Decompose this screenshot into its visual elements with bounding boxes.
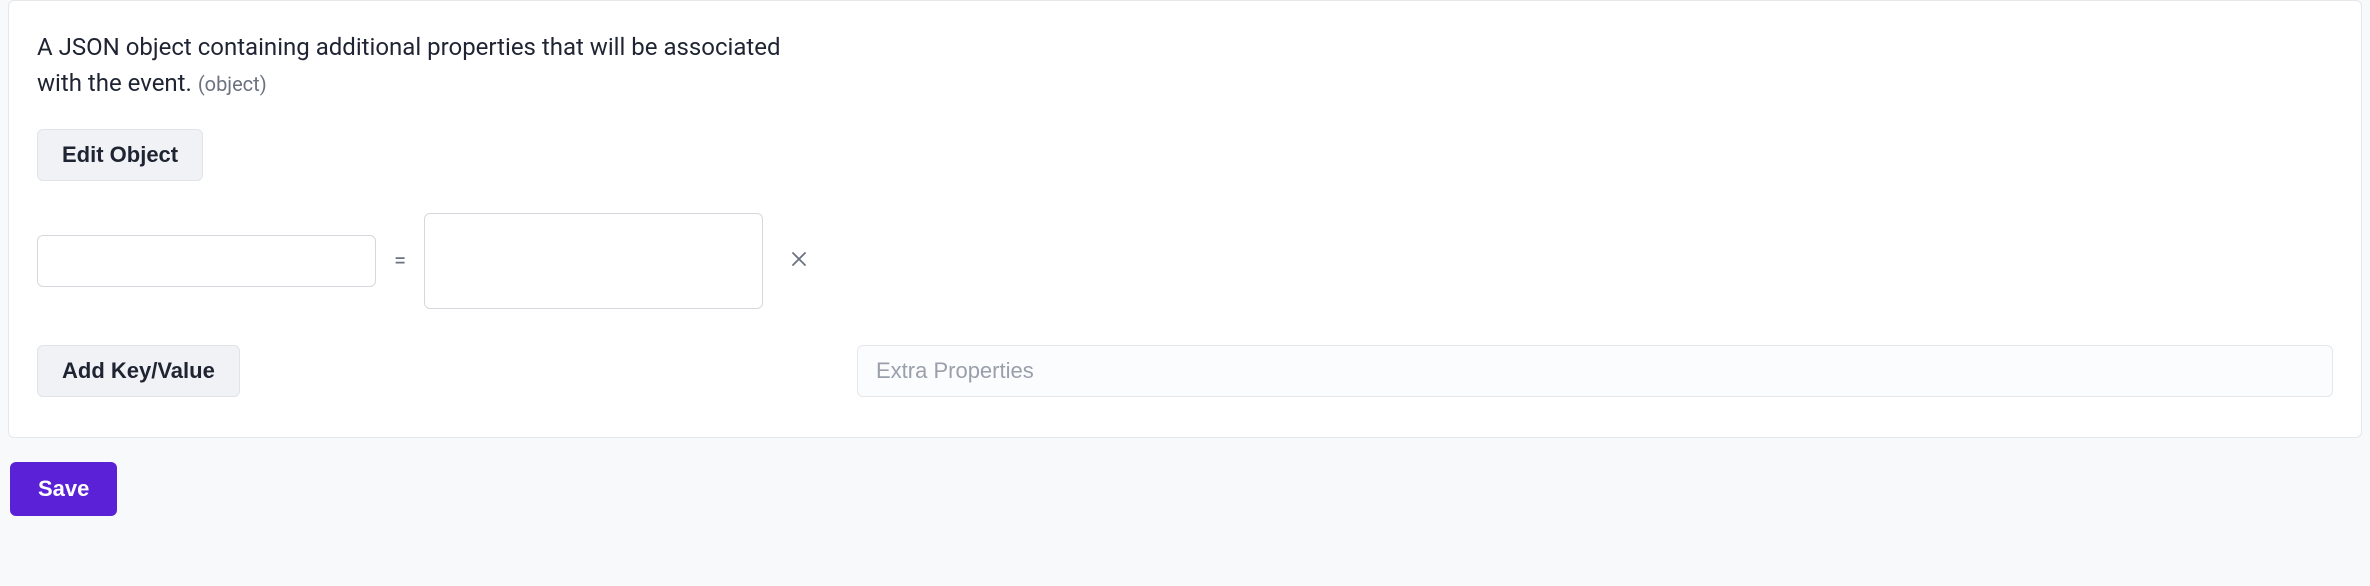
save-button[interactable]: Save bbox=[10, 462, 117, 516]
value-input[interactable] bbox=[424, 213, 763, 309]
equals-sign: = bbox=[394, 249, 406, 274]
description-text: A JSON object containing additional prop… bbox=[37, 33, 781, 97]
footer: Save bbox=[0, 446, 2370, 534]
left-column: A JSON object containing additional prop… bbox=[37, 29, 817, 397]
kv-row: = bbox=[37, 213, 817, 309]
right-column bbox=[857, 29, 2333, 397]
object-editor-card: A JSON object containing additional prop… bbox=[8, 0, 2362, 438]
edit-object-button[interactable]: Edit Object bbox=[37, 129, 203, 181]
add-key-value-button[interactable]: Add Key/Value bbox=[37, 345, 240, 397]
type-hint: (object) bbox=[198, 72, 267, 96]
close-icon[interactable] bbox=[781, 249, 817, 273]
extra-properties-input[interactable] bbox=[857, 345, 2333, 397]
field-description: A JSON object containing additional prop… bbox=[37, 29, 817, 101]
key-input[interactable] bbox=[37, 235, 376, 287]
